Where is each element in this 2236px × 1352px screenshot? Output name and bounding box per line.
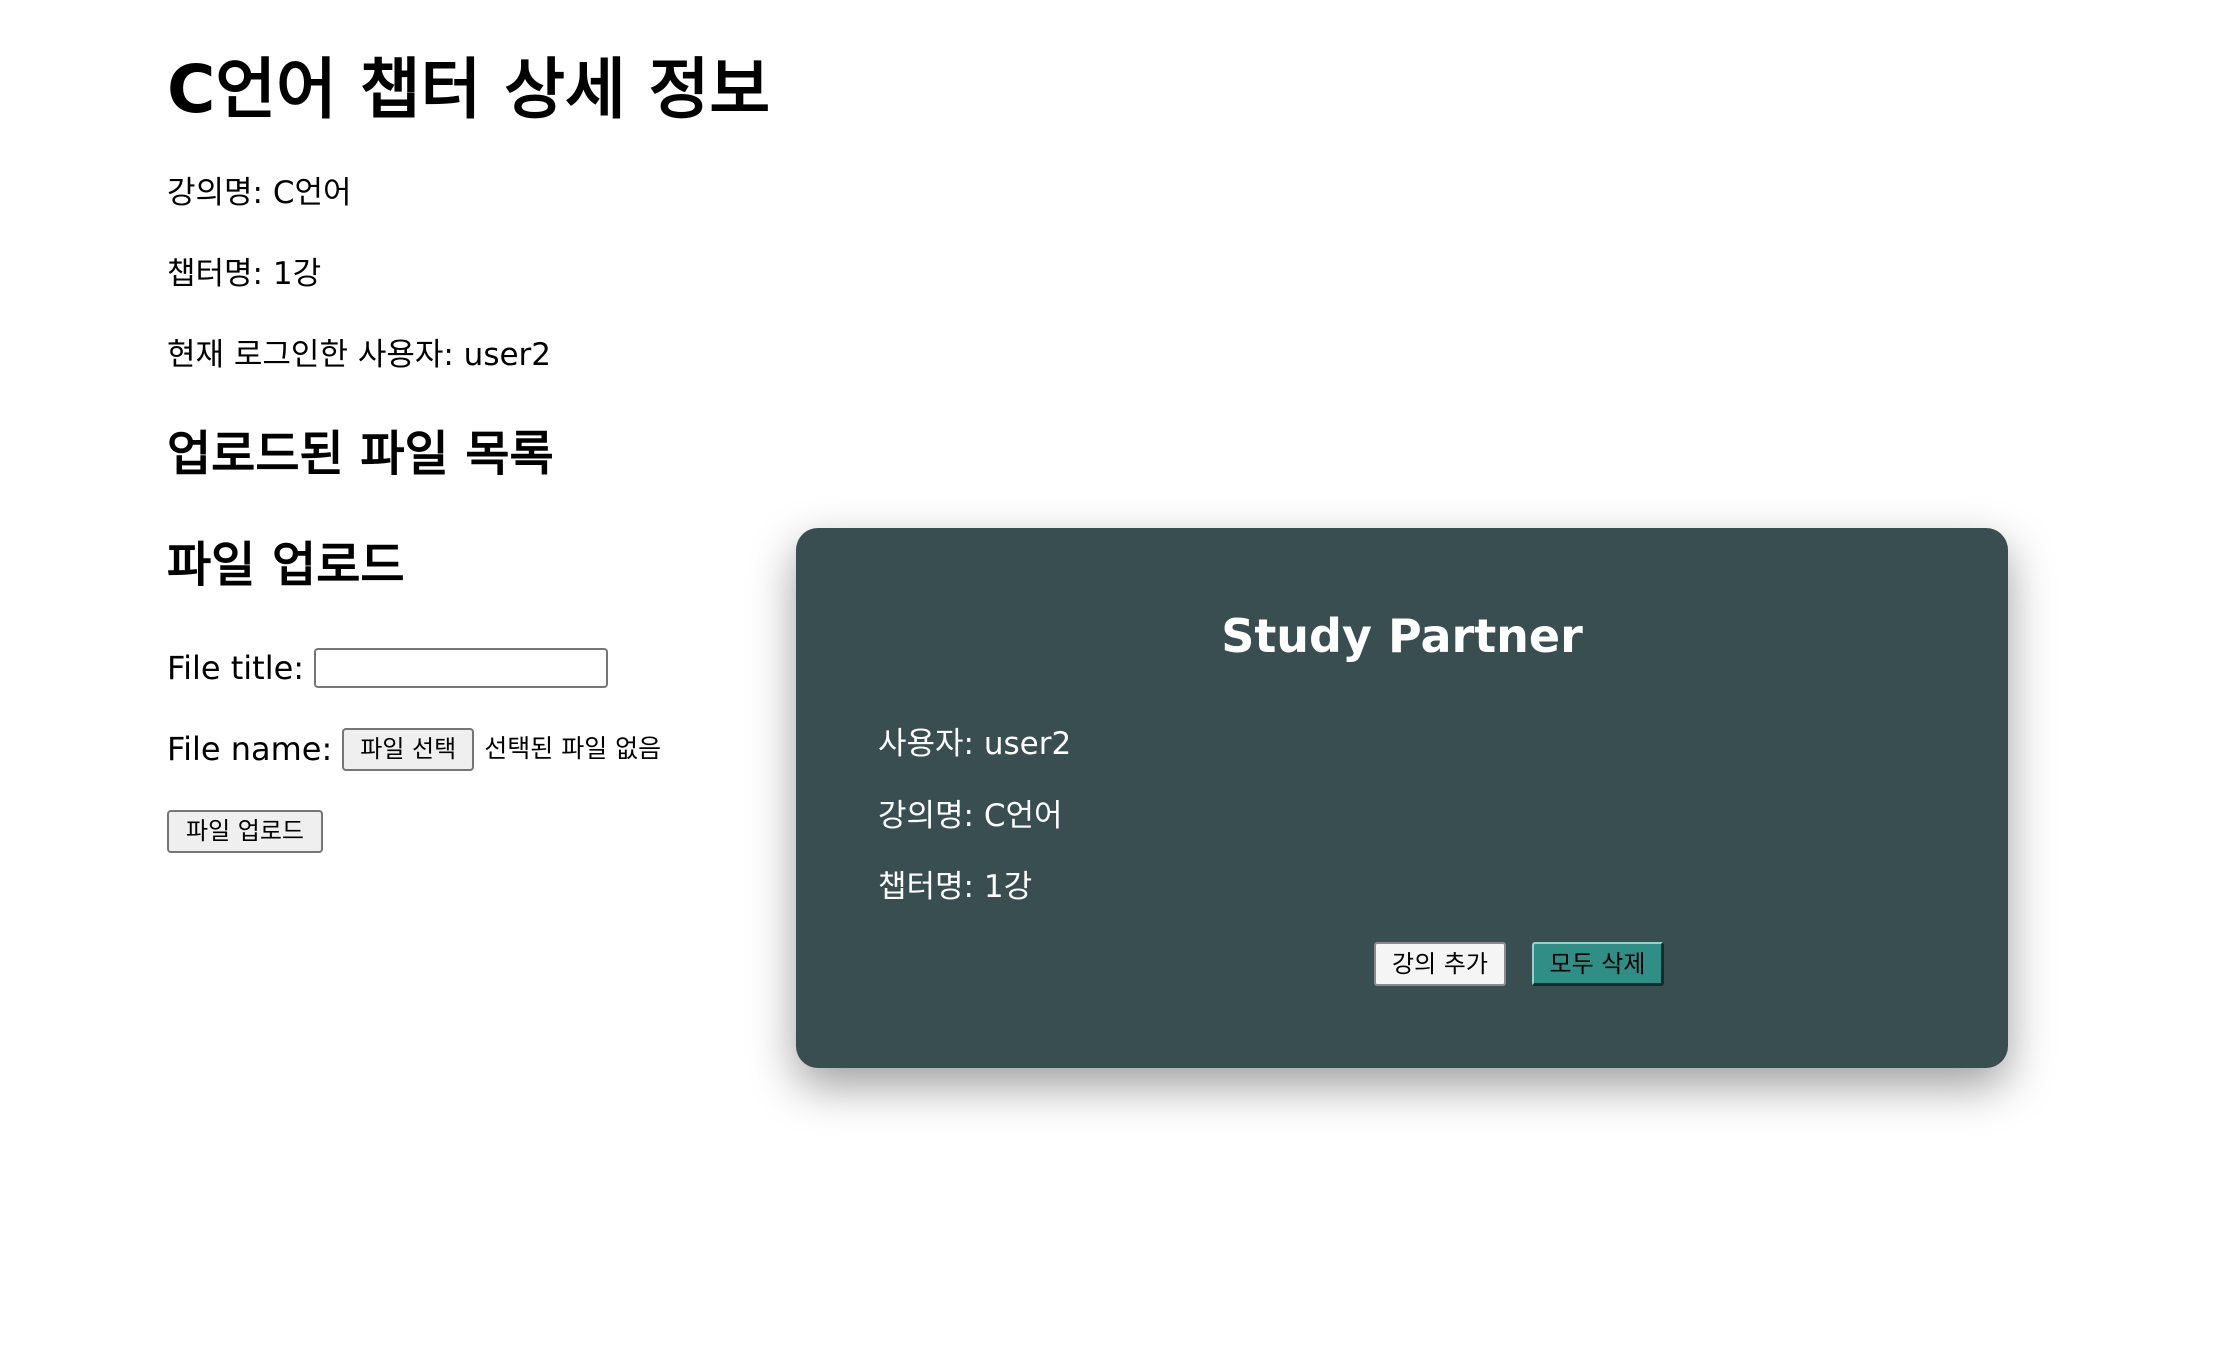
- card-user-text: 사용자: user2: [878, 726, 1072, 762]
- add-course-button[interactable]: 강의 추가: [1374, 942, 1506, 986]
- file-title-row: File title:: [167, 646, 609, 690]
- logged-in-user-text: 현재 로그인한 사용자: user2: [167, 337, 552, 373]
- file-upload-heading: 파일 업로드: [167, 537, 405, 593]
- choose-file-button[interactable]: 파일 선택: [342, 727, 475, 771]
- file-name-row: File name: 파일 선택 선택된 파일 없음: [167, 727, 661, 771]
- no-file-selected-text: 선택된 파일 없음: [484, 734, 662, 763]
- file-title-label: File title:: [167, 649, 305, 687]
- file-upload-button[interactable]: 파일 업로드: [167, 810, 323, 853]
- card-course-text: 강의명: C언어: [878, 798, 1063, 834]
- card-chapter-text: 챕터명: 1강: [878, 869, 1033, 905]
- chapter-name-text: 챕터명: 1강: [167, 256, 322, 292]
- course-name-text: 강의명: C언어: [167, 175, 352, 211]
- study-partner-card: Study Partner 사용자: user2 강의명: C언어 챕터명: 1…: [796, 528, 2008, 1068]
- uploaded-files-heading: 업로드된 파일 목록: [167, 426, 554, 482]
- file-name-label: File name:: [167, 730, 333, 768]
- delete-all-button[interactable]: 모두 삭제: [1532, 942, 1664, 986]
- card-title: Study Partner: [1221, 609, 1583, 663]
- file-title-input[interactable]: [314, 648, 609, 688]
- page: C언어 챕터 상세 정보 강의명: C언어 챕터명: 1강 현재 로그인한 사용…: [0, 0, 2236, 1352]
- page-title: C언어 챕터 상세 정보: [167, 51, 771, 128]
